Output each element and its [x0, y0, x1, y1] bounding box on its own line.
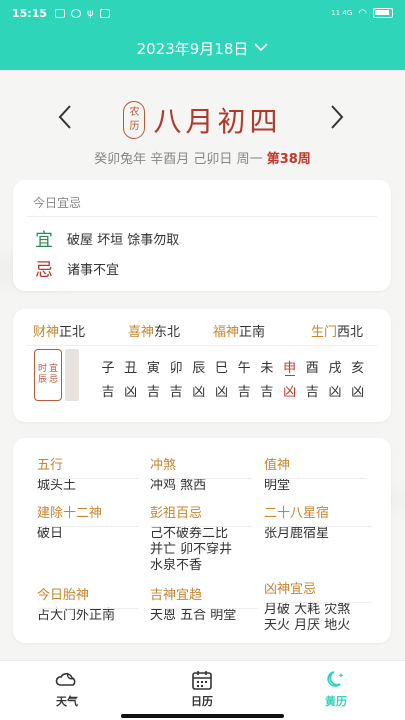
calendar-icon [172, 669, 232, 693]
ganzhi-text: 癸卯兔年 辛酉月 己卯日 周一 [94, 152, 263, 167]
shichen-hour-luck: 吉 [169, 385, 183, 400]
moon-star-icon [306, 669, 366, 693]
home-indicator[interactable] [121, 714, 284, 718]
lunar-seal-bottom: 历 [129, 121, 140, 132]
tab-weather-label: 天气 [56, 695, 78, 708]
shichen-hour: 酉吉 [301, 357, 323, 400]
shichen-hour: 寅吉 [142, 357, 164, 400]
detail-xingxiu: 二十八星宿 张月鹿宿星 [264, 502, 380, 542]
lunar-seal: 农 历 [123, 101, 146, 139]
shichen-hour-name: 丑 [124, 361, 138, 376]
shichen-hour: 未吉 [256, 357, 278, 400]
shichen-hour-luck: 凶 [351, 385, 365, 400]
shichen-hour: 亥凶 [347, 357, 369, 400]
shichen-hour-name: 卯 [169, 361, 183, 376]
header-date: 2023年9月18日 [136, 39, 249, 58]
god-wealth: 财神正北 [33, 325, 86, 340]
seal-shadow [65, 349, 79, 401]
usb-icon: ψ [87, 7, 94, 19]
gods-row: 财神正北 喜神东北 福神正南 生门西北 [13, 321, 391, 341]
shichen-hour-luck: 吉 [305, 385, 319, 400]
shichen-hour: 午吉 [233, 357, 255, 400]
mail-icon [99, 8, 110, 18]
shichen-hour: 卯吉 [165, 357, 187, 400]
shichen-hour: 子吉 [97, 357, 119, 400]
tab-bar: 天气 日历 黄历 [0, 660, 405, 720]
tab-almanac[interactable]: 黄历 [306, 669, 366, 709]
cloud-moon-icon [37, 669, 97, 693]
shichen-hour-luck: 凶 [124, 385, 138, 400]
network-text: 11 4G [331, 8, 353, 17]
shichen-hour-luck: 吉 [237, 385, 251, 400]
week-number: 第38周 [266, 152, 311, 167]
status-notification-icons: ψ [55, 8, 110, 19]
lunar-date: 八月初四 [153, 105, 282, 138]
shichen-hour-name: 亥 [351, 361, 365, 376]
current-hour-marker [284, 375, 295, 376]
divider [27, 345, 377, 346]
status-time: 15:15 [12, 6, 48, 20]
shichen-hour-name: 戌 [328, 361, 342, 376]
shichen-hour-name: 申 [283, 361, 297, 376]
details-card: 五行 城头土 冲煞 冲鸡 煞西 值神 明堂 建除十二神 破日 彭祖百忌 己不破券二比 并亡… [13, 438, 391, 643]
ji-text: 诸事不宜 [67, 263, 120, 278]
god-joy: 喜神东北 [128, 325, 181, 340]
detail-wuxing: 五行 城头土 [37, 454, 147, 494]
yi-text: 破屋 坏垣 馀事勿取 [67, 233, 180, 248]
tab-weather[interactable]: 天气 [37, 669, 97, 709]
shichen-hour: 辰凶 [188, 357, 210, 400]
date-selector[interactable]: 2023年9月18日 [0, 26, 405, 70]
shichen-hour-luck: 凶 [192, 385, 206, 400]
shichen-hour-name: 巳 [214, 361, 228, 376]
detail-jianchu: 建除十二神 破日 [37, 502, 147, 542]
detail-chongsha: 冲煞 冲鸡 煞西 [150, 454, 260, 494]
detail-taishen: 今日胎神 占大门外正南 [37, 584, 147, 624]
shichen-hour-name: 辰 [192, 361, 206, 376]
notification-icon [55, 8, 66, 18]
shichen-hour-name: 酉 [305, 361, 319, 376]
shichen-hour: 申凶 [279, 357, 301, 400]
ganzhi-line: 癸卯兔年 辛酉月 己卯日 周一 第38周 [0, 148, 405, 167]
shichen-hour-luck: 吉 [146, 385, 160, 400]
ji-char: 忌 [35, 260, 53, 281]
yi-char: 宜 [35, 230, 53, 251]
shichen-card: 财神正北 喜神东北 福神正南 生门西北 时宜 辰忌 子吉丑凶寅吉卯吉辰凶巳凶午吉… [13, 309, 391, 422]
chevron-down-icon [254, 41, 268, 55]
detail-xiongshen: 凶神宜忌 月破 大耗 灾煞 天火 月厌 地火 [264, 578, 380, 634]
shichen-hour: 丑凶 [120, 357, 142, 400]
tab-almanac-label: 黄历 [325, 695, 347, 708]
shichen-seal: 时宜 辰忌 [34, 349, 62, 401]
tab-calendar[interactable]: 日历 [172, 669, 232, 709]
lunar-date-row: 农 历 八月初四 [0, 96, 405, 144]
shichen-hour-luck: 吉 [101, 385, 115, 400]
detail-jishen: 吉神宜趋 天恩 五合 明堂 [150, 584, 266, 624]
shichen-hour-name: 未 [260, 361, 274, 376]
god-fortune: 福神正南 [213, 325, 266, 340]
shichen-hour-luck: 凶 [328, 385, 342, 400]
shichen-hour: 戌凶 [324, 357, 346, 400]
lunar-seal-top: 农 [129, 107, 140, 118]
shichen-hour-name: 午 [237, 361, 251, 376]
detail-zhishen: 值神 明堂 [264, 454, 374, 494]
wifi-icon: ◠ [358, 7, 367, 19]
status-bar: 15:15 ψ 11 4G ◠ [0, 0, 405, 26]
shichen-hour-name: 子 [101, 361, 115, 376]
yiji-card: 今日宜忌 宜 破屋 坏垣 馀事勿取 忌 诸事不宜 [13, 180, 391, 291]
god-life-gate: 生门西北 [311, 325, 364, 340]
sync-icon [71, 8, 82, 18]
shichen-hour-luck: 吉 [260, 385, 274, 400]
battery-icon [373, 8, 393, 18]
shichen-hour-luck: 凶 [214, 385, 228, 400]
shichen-hour-name: 寅 [146, 361, 160, 376]
tab-calendar-label: 日历 [191, 695, 213, 708]
shichen-hour: 巳凶 [211, 357, 233, 400]
yiji-title: 今日宜忌 [33, 196, 82, 210]
shichen-hour-luck: 凶 [283, 385, 297, 400]
divider [27, 216, 377, 217]
detail-pengzu: 彭祖百忌 己不破券二比 并亡 卯不穿井 水泉不香 [150, 502, 260, 574]
